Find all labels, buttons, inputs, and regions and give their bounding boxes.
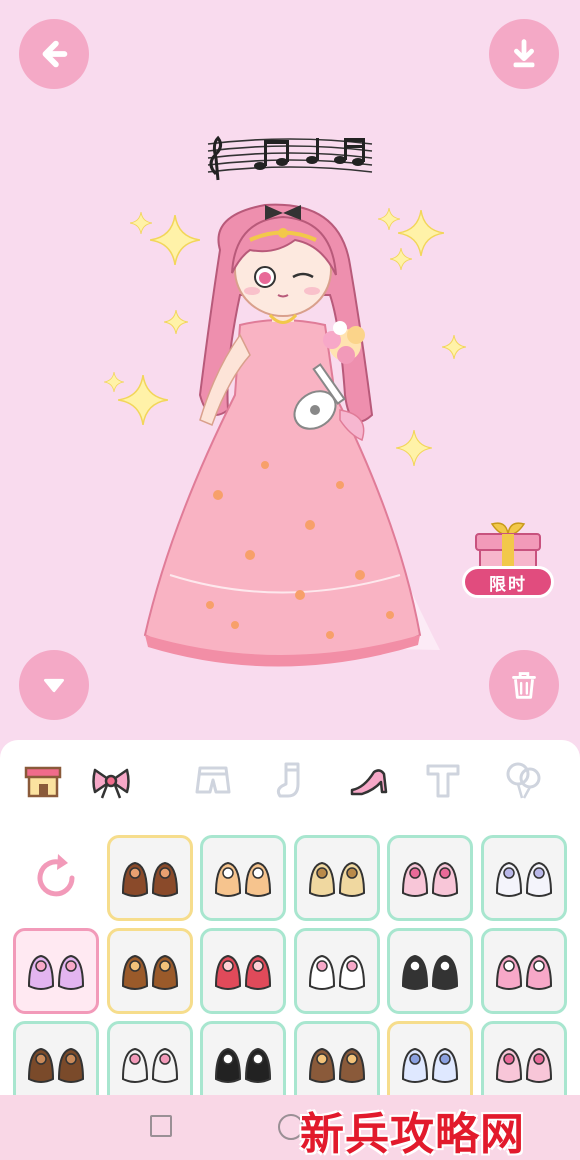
square-icon[interactable] <box>150 1115 172 1137</box>
tab-balloons[interactable] <box>500 758 546 804</box>
shoe-icon <box>214 861 272 897</box>
shoe-icon <box>308 861 366 897</box>
tab-text[interactable] <box>420 758 466 804</box>
download-icon <box>513 39 535 68</box>
shoe-item-bunny-slippers[interactable] <box>294 928 380 1014</box>
tab-shoes[interactable] <box>346 758 392 804</box>
music-notes-icon <box>207 135 373 181</box>
balloon-icon <box>506 762 541 799</box>
shorts-icon <box>195 766 231 794</box>
high-heel-icon <box>350 769 388 796</box>
shoe-item-red-heart-shoes[interactable] <box>200 928 286 1014</box>
shoe-icon <box>214 954 272 990</box>
dress-up-stage: 限时 <box>0 0 580 740</box>
shoe-icon <box>27 1047 85 1083</box>
wardrobe-panel <box>0 740 580 1095</box>
shoe-item-black-sneakers[interactable] <box>387 928 473 1014</box>
shoe-item-pink-ribbon-shoes[interactable] <box>481 1021 567 1095</box>
shoe-item-crystal-shoes[interactable] <box>387 1021 473 1095</box>
text-icon <box>426 764 460 798</box>
shoe-icon <box>121 861 179 897</box>
shoe-icon <box>214 1047 272 1083</box>
shoe-icon <box>495 861 553 897</box>
shoe-icon <box>401 1047 459 1083</box>
shoe-icon <box>121 954 179 990</box>
shoe-item-white-bow-shoes[interactable] <box>481 835 567 921</box>
collapse-panel-button[interactable] <box>19 650 89 720</box>
shoe-icon <box>27 954 85 990</box>
category-tabs <box>0 740 580 825</box>
shoe-item-peach-sandals[interactable] <box>200 835 286 921</box>
tab-accessories[interactable] <box>88 758 134 804</box>
sock-icon <box>276 762 300 798</box>
shoe-icon <box>401 861 459 897</box>
download-button[interactable] <box>489 19 559 89</box>
trash-button[interactable] <box>489 650 559 720</box>
reset-icon[interactable] <box>28 850 84 906</box>
shoe-item-pink-bunny-shoes[interactable] <box>481 928 567 1014</box>
shoe-icon <box>308 1047 366 1083</box>
tab-socks[interactable] <box>268 758 314 804</box>
shoe-item-brown-wing-shoes[interactable] <box>107 928 193 1014</box>
shoe-item-lilac-fluffy-sandals[interactable] <box>13 928 99 1014</box>
shoe-item-bronze-round-shoes[interactable] <box>294 1021 380 1095</box>
watermark: 新兵攻略网 <box>300 1109 525 1160</box>
tab-shop[interactable] <box>20 758 66 804</box>
bow-icon <box>92 768 130 799</box>
chevron-down-icon <box>44 678 64 693</box>
shoe-item-tan-sneakers[interactable] <box>294 835 380 921</box>
shoe-item-black-ribbon-heels[interactable] <box>200 1021 286 1095</box>
shoe-grid <box>0 830 580 1095</box>
tab-bottoms[interactable] <box>190 758 236 804</box>
shoe-item-flower-strap-sandals[interactable] <box>107 1021 193 1095</box>
shoe-icon <box>495 954 553 990</box>
shoe-item-brown-cat-shoes[interactable] <box>13 1021 99 1095</box>
back-button[interactable] <box>19 19 89 89</box>
limited-time-badge[interactable]: 限时 <box>462 566 554 598</box>
arrow-left-icon <box>42 40 68 68</box>
shoe-icon <box>121 1047 179 1083</box>
shop-icon <box>24 766 62 798</box>
shoe-item-brown-flower-shoes[interactable] <box>107 835 193 921</box>
shoe-icon <box>308 954 366 990</box>
shoe-icon <box>495 1047 553 1083</box>
character-avatar[interactable] <box>100 195 460 670</box>
shoe-icon <box>401 954 459 990</box>
shoe-item-pink-lace-boots[interactable] <box>387 835 473 921</box>
trash-icon <box>512 672 536 699</box>
